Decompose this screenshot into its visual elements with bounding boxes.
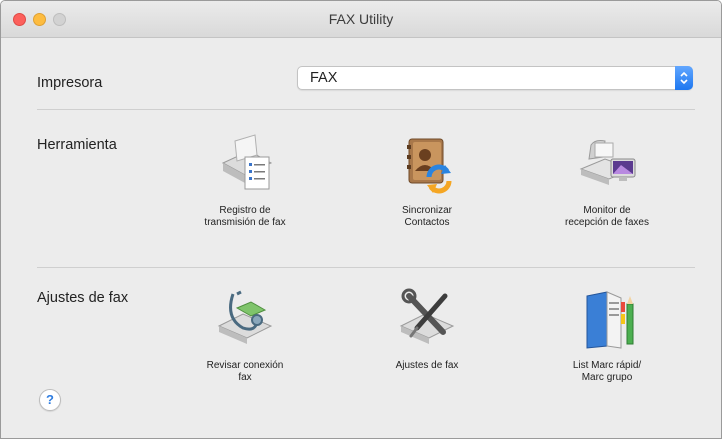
select-stepper-icon[interactable] <box>675 66 693 90</box>
speed-dial-list-label: List Marc rápid/ Marc grupo <box>572 360 642 383</box>
fax-transmission-log-label: Registro de transmisión de fax <box>204 205 286 228</box>
speed-dial-list-icon <box>575 288 639 352</box>
check-connection-icon <box>213 288 277 352</box>
printer-select[interactable]: FAX <box>297 66 693 90</box>
check-fax-connection-label: Revisar conexión fax <box>206 360 284 383</box>
fax-settings-section-label: Ajustes de fax <box>37 290 129 306</box>
fax-settings-label: Ajustes de fax <box>395 360 459 371</box>
title-bar: FAX Utility <box>1 1 721 38</box>
speed-dial-list-button[interactable]: List Marc rápid/ Marc grupo <box>537 288 677 384</box>
fax-settings-button[interactable]: Ajustes de fax <box>357 288 497 372</box>
fax-transmission-log-button[interactable]: Registro de transmisión de fax <box>175 133 315 229</box>
main-content: Impresora FAX Herramienta Registro de tr… <box>1 38 721 438</box>
fax-utility-window: FAX Utility Impresora FAX Herramienta Re… <box>0 0 722 439</box>
sync-contacts-label: Sincronizar Contactos <box>401 205 453 228</box>
sync-contacts-button[interactable]: Sincronizar Contactos <box>357 133 497 229</box>
printer-label: Impresora <box>37 75 103 91</box>
sync-contacts-icon <box>395 133 459 197</box>
tools-section-label: Herramienta <box>37 137 117 153</box>
check-fax-connection-button[interactable]: Revisar conexión fax <box>175 288 315 384</box>
printer-select-value: FAX <box>310 70 338 86</box>
window-title: FAX Utility <box>328 11 394 27</box>
fax-reception-monitor-button[interactable]: Monitor de recepción de faxes <box>537 133 677 229</box>
fax-reception-monitor-label: Monitor de recepción de faxes <box>565 205 649 228</box>
help-button[interactable]: ? <box>39 389 61 411</box>
separator <box>37 109 695 110</box>
separator <box>37 267 695 268</box>
fax-monitor-icon <box>575 133 639 197</box>
fax-log-icon <box>213 133 277 197</box>
fax-settings-icon <box>395 288 459 352</box>
